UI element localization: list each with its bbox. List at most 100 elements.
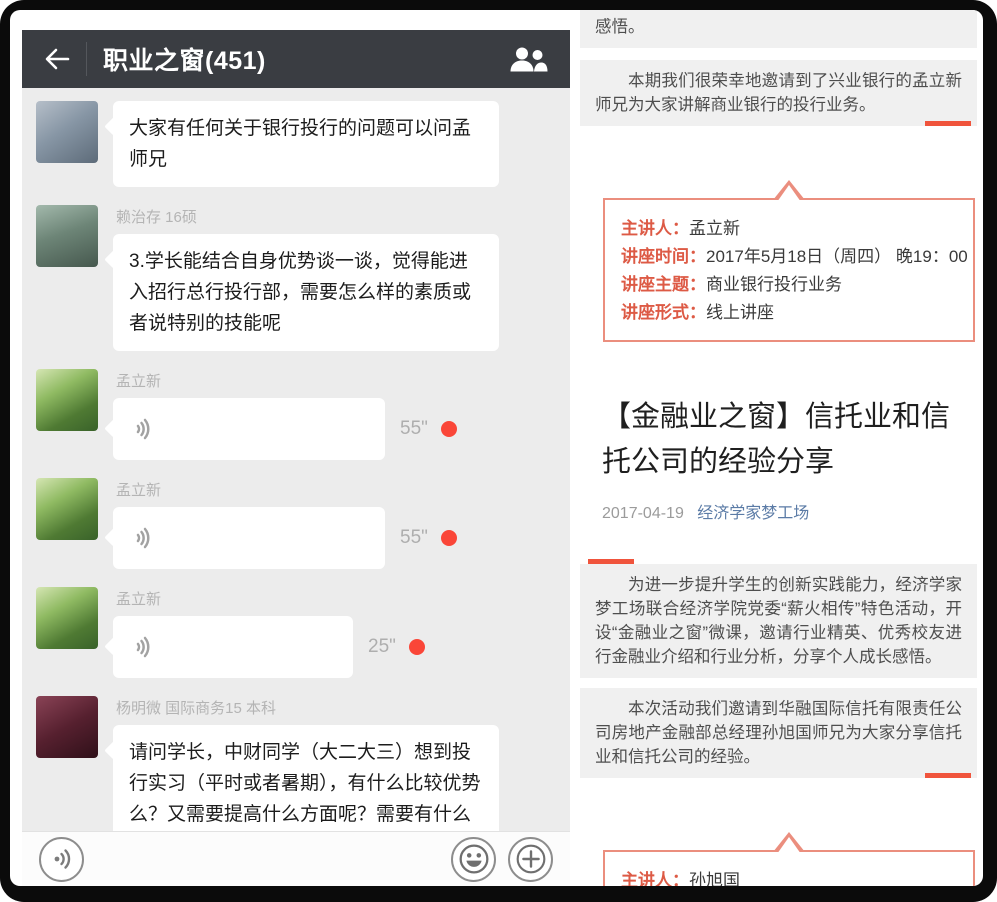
unread-dot — [409, 639, 425, 655]
article-paragraph: 为进一步提升学生的创新实践能力，经济学家梦工场联合经济学院党委“薪火相传”特色活… — [580, 564, 977, 678]
chat-header: 职业之窗(451) — [22, 30, 570, 88]
paragraph-text: 本次活动我们邀请到华融国际信托有限责任公司房地产金融部总经理孙旭国师兄为大家分享… — [595, 697, 962, 769]
voice-duration: 55" — [400, 527, 428, 549]
chat-message: 杨明微 国际商务15 本科 请问学长，中财同学（大二大三）想到投行实习（平时或者… — [22, 687, 570, 831]
sender-name: 杨明微 国际商务15 本科 — [116, 697, 556, 718]
article-paragraph-clipped: 秀校友进行金融业介绍和行业分析，分享个人成长感悟。 — [580, 10, 977, 48]
avatar[interactable] — [36, 587, 98, 649]
box-notch-decoration — [773, 180, 805, 200]
sender-name: 孟立新 — [116, 370, 556, 391]
bubble-tail — [104, 117, 122, 135]
article-title: 【金融业之窗】信托业和信托公司的经验分享 — [602, 395, 963, 485]
bubble-tail — [104, 528, 122, 546]
voice-message-bubble[interactable] — [113, 616, 353, 678]
chat-title: 职业之窗(451) — [103, 41, 266, 77]
lecture-info-row: 讲座时间：2017年5月18日（周四） 晚19：00 — [621, 244, 957, 269]
lecture-value: 商业银行投行业务 — [706, 275, 842, 294]
content-area: 职业之窗(451) 大家有任何关于银行投行的问题可以问孟师兄 赖治存 16硕 — [10, 10, 983, 886]
unread-dot — [441, 530, 457, 546]
message-text: 大家有任何关于银行投行的问题可以问孟师兄 — [129, 118, 471, 170]
sender-name: 孟立新 — [116, 479, 556, 500]
message-bubble: 大家有任何关于银行投行的问题可以问孟师兄 — [113, 101, 499, 187]
chat-message: 大家有任何关于银行投行的问题可以问孟师兄 — [22, 92, 570, 196]
voice-duration: 55" — [400, 418, 428, 440]
lecture-label: 讲座形式： — [621, 303, 706, 322]
more-button[interactable] — [508, 837, 553, 882]
message-content: 孟立新 55" — [113, 369, 556, 460]
voice-message-row: 55" — [113, 398, 556, 460]
box-notch-decoration — [773, 832, 805, 852]
article-account-link[interactable]: 经济学家梦工场 — [697, 505, 809, 522]
header-divider — [86, 42, 87, 76]
back-arrow-icon — [42, 46, 72, 72]
lecture-label: 主讲人： — [621, 219, 689, 238]
sender-name: 孟立新 — [116, 588, 556, 609]
voice-message-row: 25" — [113, 616, 556, 678]
voice-input-icon — [49, 846, 75, 872]
chat-message: 赖治存 16硕 3.学长能结合自身优势谈一谈，觉得能进入招行总行投行部，需要怎么… — [22, 196, 570, 360]
lecture-label: 讲座主题： — [621, 275, 706, 294]
lecture-value: 孙旭国 — [689, 871, 740, 886]
group-members-icon — [508, 46, 548, 73]
voice-duration: 25" — [368, 636, 396, 658]
voice-wave-icon — [130, 524, 158, 552]
voice-wave-icon — [130, 633, 158, 661]
red-dash-decoration — [588, 559, 634, 564]
message-content: 孟立新 55" — [113, 478, 556, 569]
paragraph-text: 为进一步提升学生的创新实践能力，经济学家梦工场联合经济学院党委“薪火相传”特色活… — [595, 573, 962, 669]
lecture-info-box: 主讲人：孟立新 讲座时间：2017年5月18日（周四） 晚19：00 讲座主题：… — [603, 198, 975, 342]
message-bubble: 请问学长，中财同学（大二大三）想到投行实习（平时或者暑期），有什么比较优势么？又… — [113, 725, 499, 831]
chat-message: 孟立新 25" — [22, 578, 570, 687]
emoji-button[interactable] — [451, 837, 496, 882]
group-members-button[interactable] — [508, 46, 548, 73]
unread-dot — [441, 421, 457, 437]
message-bubble: 3.学长能结合自身优势谈一谈，觉得能进入招行总行投行部，需要怎么样的素质或者说特… — [113, 234, 499, 351]
bubble-tail — [104, 637, 122, 655]
red-dash-decoration — [925, 121, 971, 126]
chat-message: 孟立新 55" — [22, 469, 570, 578]
avatar[interactable] — [36, 478, 98, 540]
voice-wave-icon — [130, 415, 158, 443]
paragraph-text: 本期我们很荣幸地邀请到了兴业银行的孟立新师兄为大家讲解商业银行的投行业务。 — [595, 69, 962, 117]
red-dash-decoration — [925, 773, 971, 778]
article-panel: 秀校友进行金融业介绍和行业分析，分享个人成长感悟。 本期我们很荣幸地邀请到了兴业… — [580, 10, 977, 886]
sender-name: 赖治存 16硕 — [116, 206, 556, 227]
lecture-info-row: 主讲人：孙旭国 — [621, 868, 957, 886]
bubble-tail — [104, 741, 122, 759]
message-text: 请问学长，中财同学（大二大三）想到投行实习（平时或者暑期），有什么比较优势么？又… — [129, 742, 481, 831]
lecture-value: 2017年5月18日（周四） 晚19：00 — [706, 247, 968, 266]
chat-panel: 职业之窗(451) 大家有任何关于银行投行的问题可以问孟师兄 赖治存 16硕 — [22, 30, 570, 886]
chat-composer — [22, 831, 570, 886]
avatar[interactable] — [36, 205, 98, 267]
voice-message-row: 55" — [113, 507, 556, 569]
message-content: 赖治存 16硕 3.学长能结合自身优势谈一谈，觉得能进入招行总行投行部，需要怎么… — [113, 205, 556, 351]
screenshot-frame: 职业之窗(451) 大家有任何关于银行投行的问题可以问孟师兄 赖治存 16硕 — [0, 0, 997, 902]
article-paragraph: 本期我们很荣幸地邀请到了兴业银行的孟立新师兄为大家讲解商业银行的投行业务。 — [580, 60, 977, 126]
avatar[interactable] — [36, 696, 98, 758]
paragraph-text: 秀校友进行金融业介绍和行业分析，分享个人成长感悟。 — [595, 10, 962, 39]
avatar[interactable] — [36, 101, 98, 163]
article-date: 2017-04-19 — [602, 505, 684, 522]
emoji-smiley-icon — [458, 843, 490, 875]
lecture-info-row: 讲座主题：商业银行投行业务 — [621, 272, 957, 297]
lecture-info-row: 主讲人：孟立新 — [621, 216, 957, 241]
bubble-tail — [104, 250, 122, 268]
lecture-info-box: 主讲人：孙旭国 讲座时间：2017年4月21日（周五） 晚19:00 讲座主题：… — [603, 850, 975, 886]
lecture-label: 讲座时间： — [621, 247, 706, 266]
article-paragraph: 本次活动我们邀请到华融国际信托有限责任公司房地产金融部总经理孙旭国师兄为大家分享… — [580, 688, 977, 778]
back-button[interactable] — [22, 46, 86, 72]
bubble-tail — [104, 419, 122, 437]
message-list: 大家有任何关于银行投行的问题可以问孟师兄 赖治存 16硕 3.学长能结合自身优势… — [22, 88, 570, 831]
message-text: 3.学长能结合自身优势谈一谈，觉得能进入招行总行投行部，需要怎么样的素质或者说特… — [129, 251, 471, 334]
lecture-label: 主讲人： — [621, 871, 689, 886]
message-content: 大家有任何关于银行投行的问题可以问孟师兄 — [113, 101, 556, 187]
voice-message-bubble[interactable] — [113, 507, 385, 569]
lecture-value: 线上讲座 — [706, 303, 774, 322]
voice-input-button[interactable] — [39, 837, 84, 882]
lecture-info-row: 讲座形式：线上讲座 — [621, 300, 957, 325]
avatar[interactable] — [36, 369, 98, 431]
plus-icon — [515, 843, 547, 875]
message-content: 杨明微 国际商务15 本科 请问学长，中财同学（大二大三）想到投行实习（平时或者… — [113, 696, 556, 831]
lecture-value: 孟立新 — [689, 219, 740, 238]
voice-message-bubble[interactable] — [113, 398, 385, 460]
